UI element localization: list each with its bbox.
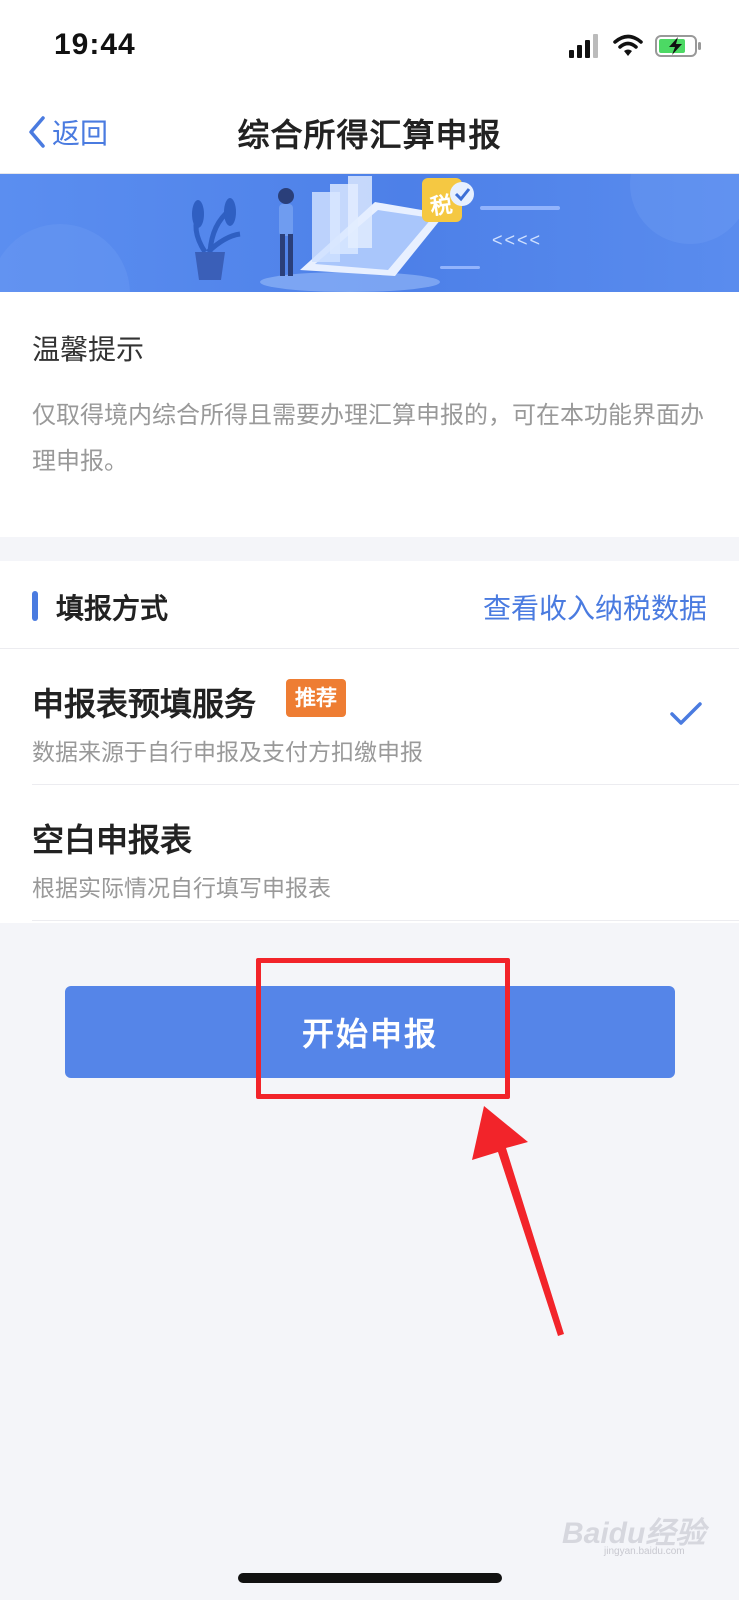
- filing-method-header: 填报方式 查看收入纳税数据: [0, 561, 739, 649]
- home-indicator: [238, 1573, 502, 1583]
- filing-method-card: 填报方式 查看收入纳税数据 申报表预填服务 推荐 数据来源于自行申报及支付方扣缴…: [0, 561, 739, 923]
- tips-title: 温馨提示: [32, 333, 145, 366]
- view-income-tax-data-link[interactable]: 查看收入纳税数据: [483, 587, 707, 627]
- plant-icon: [192, 198, 241, 280]
- option-subtitle: 数据来源于自行申报及支付方扣缴申报: [32, 740, 423, 766]
- status-bar: 19:44: [0, 0, 739, 90]
- check-icon: [670, 702, 702, 725]
- status-time: 19:44: [54, 28, 136, 61]
- banner-arrows: <<<<: [492, 230, 543, 250]
- tips-text: 仅取得境内综合所得且需要办理汇算申报的，可在本功能界面办理申报。: [32, 401, 704, 475]
- baidu-watermark-url: jingyan.baidu.com: [604, 1546, 685, 1557]
- tips-card: 温馨提示 仅取得境内综合所得且需要办理汇算申报的，可在本功能界面办理申报。: [0, 292, 739, 537]
- option-subtitle: 根据实际情况自行填写申报表: [32, 876, 331, 902]
- annotation-arrow-icon: [472, 1106, 564, 1336]
- signal-icon: [569, 34, 598, 58]
- recommended-badge: 推荐: [286, 679, 346, 717]
- option-prefilled-service[interactable]: 申报表预填服务 推荐 数据来源于自行申报及支付方扣缴申报: [0, 649, 739, 785]
- filing-method-title: 填报方式: [56, 592, 169, 625]
- option-divider: [32, 920, 739, 921]
- banner-art: [0, 174, 739, 292]
- status-icons: [569, 32, 703, 60]
- option-title: 空白申报表: [32, 821, 193, 859]
- banner-illustration: 税 <<<<: [0, 174, 739, 292]
- option-blank-form[interactable]: 空白申报表 根据实际情况自行填写申报表: [0, 785, 739, 921]
- wifi-icon: [613, 34, 643, 56]
- nav-bar: 返回 综合所得汇算申报: [0, 90, 739, 174]
- battery-charging-icon: [655, 35, 701, 57]
- tax-label: 税: [428, 192, 454, 221]
- section-accent-bar: [32, 591, 38, 621]
- page-title: 综合所得汇算申报: [237, 116, 502, 154]
- option-title: 申报表预填服务: [32, 685, 257, 723]
- start-filing-button[interactable]: 开始申报: [65, 986, 675, 1078]
